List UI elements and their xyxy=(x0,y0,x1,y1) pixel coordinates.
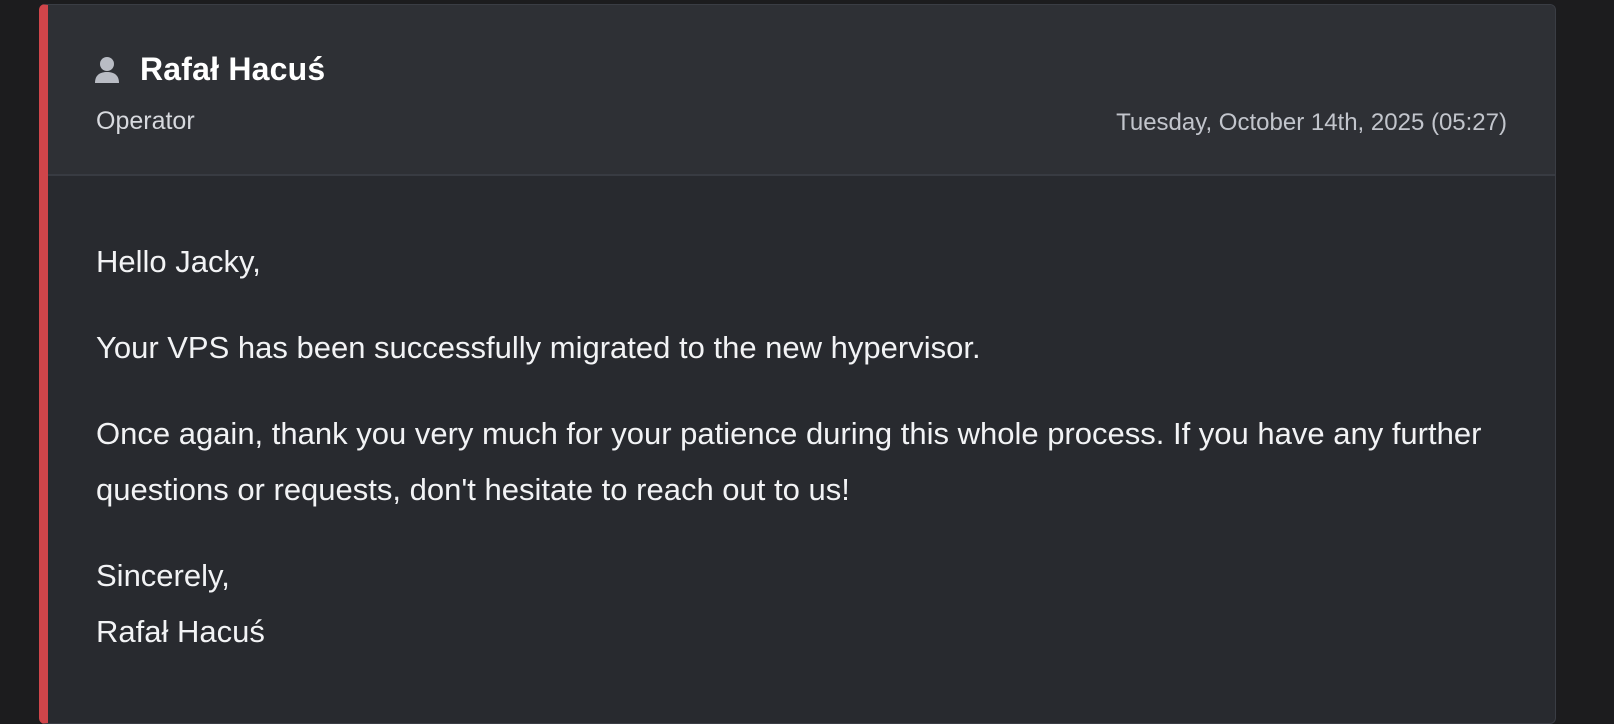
author-name: Rafał Hacuś xyxy=(140,51,326,87)
author-role: Operator xyxy=(96,107,195,135)
message-paragraph: Your VPS has been successfully migrated … xyxy=(96,330,981,365)
message-greeting: Hello Jacky, xyxy=(96,244,261,279)
reply-header: Rafał Hacuś Operator Tuesday, October 14… xyxy=(48,5,1555,176)
message-signature: Rafał Hacuś xyxy=(96,614,265,649)
user-icon xyxy=(94,56,120,84)
author-row: Rafał Hacuś xyxy=(94,51,325,88)
reply-date: Tuesday, October 14th, 2025 (05:27) xyxy=(1116,109,1507,136)
reply-message-body: Hello Jacky, Your VPS has been successfu… xyxy=(48,176,1555,660)
message-paragraph: Once again, thank you very much for your… xyxy=(96,416,1482,507)
ticket-reply-card: Rafał Hacuś Operator Tuesday, October 14… xyxy=(39,4,1556,724)
message-closing: Sincerely, xyxy=(96,558,230,593)
